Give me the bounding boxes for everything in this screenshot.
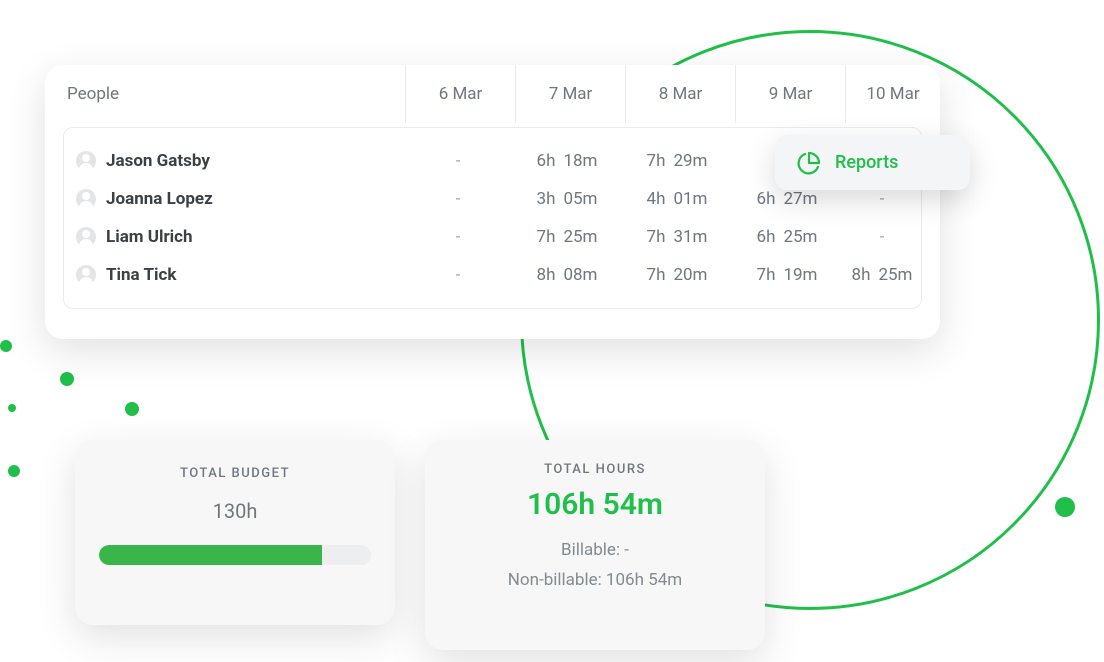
decorative-dot bbox=[60, 372, 74, 386]
time-cell: 6h18m bbox=[512, 151, 622, 171]
time-cell: - bbox=[404, 265, 512, 285]
time-cell: 7h20m bbox=[622, 265, 732, 285]
person-name: Liam Ulrich bbox=[106, 227, 193, 247]
nonbillable-value: Non-billable: 106h 54m bbox=[449, 570, 741, 590]
date-column-header: 6 Mar bbox=[405, 65, 515, 123]
time-cell: - bbox=[842, 227, 922, 247]
person-name: Joanna Lopez bbox=[106, 189, 213, 209]
time-cell: - bbox=[404, 151, 512, 171]
decorative-dot bbox=[125, 402, 139, 416]
time-cell: - bbox=[404, 227, 512, 247]
date-column-header: 8 Mar bbox=[625, 65, 735, 123]
pie-chart-icon bbox=[797, 151, 821, 175]
date-column-header: 9 Mar bbox=[735, 65, 845, 123]
people-column-header: People bbox=[45, 84, 405, 104]
date-column-header: 7 Mar bbox=[515, 65, 625, 123]
budget-progress-bar bbox=[99, 545, 371, 565]
time-cell: 8h08m bbox=[512, 265, 622, 285]
total-hours-value: 106h 54m bbox=[449, 487, 741, 522]
total-hours-card: TOTAL HOURS 106h 54m Billable: - Non-bil… bbox=[425, 440, 765, 650]
person-name-cell: Liam Ulrich bbox=[64, 227, 404, 247]
avatar-icon bbox=[76, 265, 96, 285]
person-name: Jason Gatsby bbox=[106, 151, 210, 171]
time-cell: 4h01m bbox=[622, 189, 732, 209]
billable-value: Billable: - bbox=[449, 540, 741, 560]
reports-button[interactable]: Reports bbox=[775, 135, 970, 190]
avatar-icon bbox=[76, 151, 96, 171]
table-row[interactable]: Liam Ulrich-7h25m7h31m6h25m- bbox=[64, 218, 921, 256]
avatar-icon bbox=[76, 189, 96, 209]
time-cell: 7h31m bbox=[622, 227, 732, 247]
time-cell: 8h25m bbox=[842, 265, 922, 285]
person-name-cell: Jason Gatsby bbox=[64, 151, 404, 171]
total-hours-title: TOTAL HOURS bbox=[449, 462, 741, 477]
time-cell: 7h25m bbox=[512, 227, 622, 247]
decorative-dot bbox=[0, 340, 12, 352]
time-cell: 6h25m bbox=[732, 227, 842, 247]
decorative-dot bbox=[8, 465, 20, 477]
decorative-circle-node bbox=[1055, 497, 1075, 517]
decorative-dot bbox=[8, 404, 16, 412]
time-cell: 7h19m bbox=[732, 265, 842, 285]
people-table-header: People 6 Mar 7 Mar 8 Mar 9 Mar 10 Mar bbox=[45, 65, 940, 123]
total-budget-value: 130h bbox=[99, 499, 371, 523]
time-cell: - bbox=[842, 189, 922, 209]
person-name: Tina Tick bbox=[106, 265, 176, 285]
date-column-header: 10 Mar bbox=[845, 65, 940, 123]
person-name-cell: Tina Tick bbox=[64, 265, 404, 285]
reports-label: Reports bbox=[835, 152, 898, 173]
total-budget-title: TOTAL BUDGET bbox=[99, 466, 371, 481]
total-budget-card: TOTAL BUDGET 130h bbox=[75, 440, 395, 625]
people-table-card: People 6 Mar 7 Mar 8 Mar 9 Mar 10 Mar Ja… bbox=[45, 65, 940, 339]
time-cell: 3h05m bbox=[512, 189, 622, 209]
time-cell: - bbox=[404, 189, 512, 209]
avatar-icon bbox=[76, 227, 96, 247]
person-name-cell: Joanna Lopez bbox=[64, 189, 404, 209]
time-cell: 6h27m bbox=[732, 189, 842, 209]
time-cell: 7h29m bbox=[622, 151, 732, 171]
budget-progress-fill bbox=[99, 545, 322, 565]
table-row[interactable]: Tina Tick -8h08m7h20m7h19m8h25m bbox=[64, 256, 921, 294]
